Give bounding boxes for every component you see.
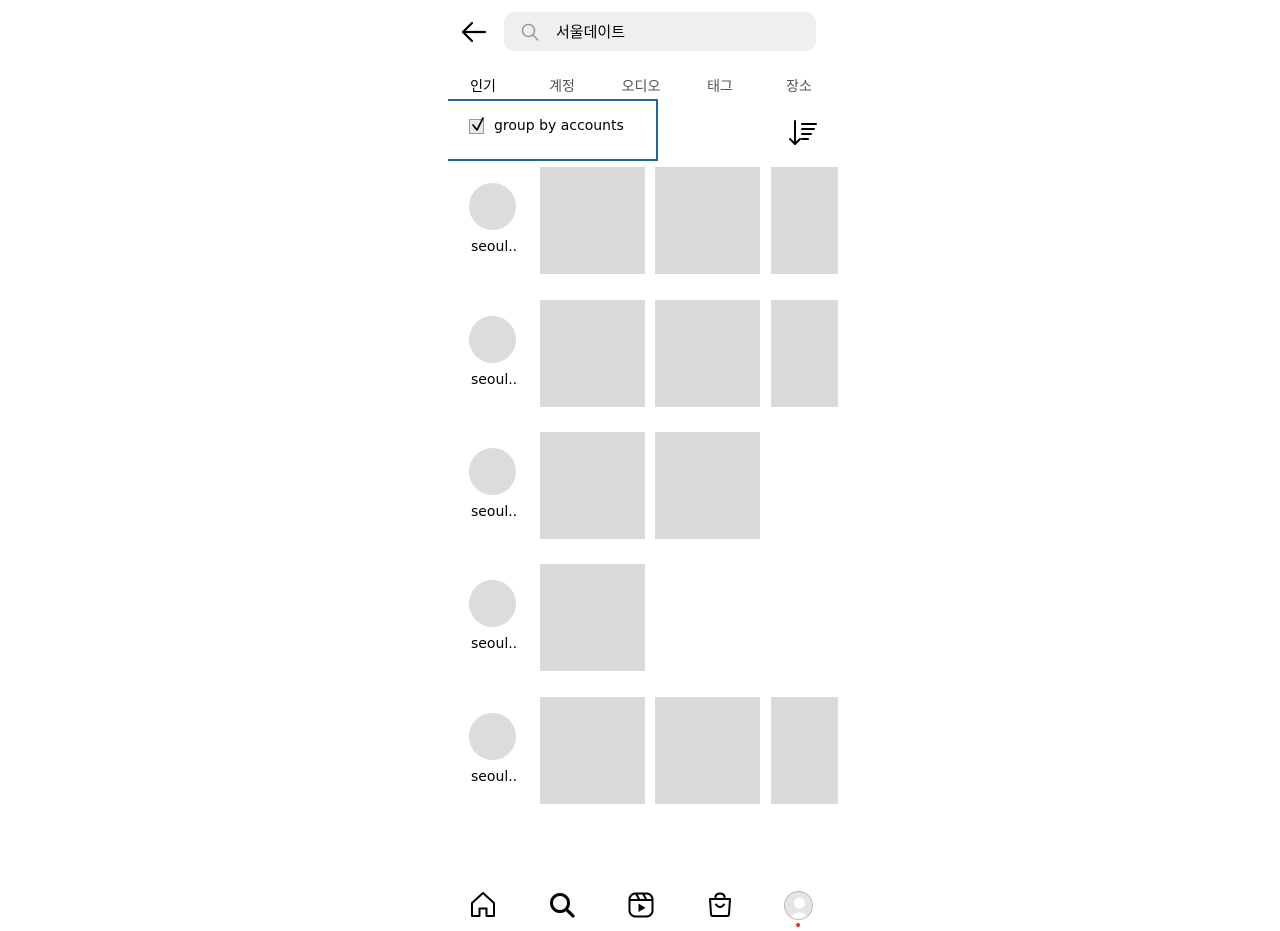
search-icon: [521, 23, 539, 41]
username[interactable]: seoul..: [471, 636, 517, 652]
group-by-accounts-checkbox[interactable]: [469, 117, 484, 134]
post-thumbnail[interactable]: [771, 300, 838, 407]
post-thumbnail[interactable]: [655, 432, 760, 539]
post-thumbnail[interactable]: [771, 697, 838, 804]
tab-tags[interactable]: 태그: [707, 76, 733, 96]
search-input[interactable]: [556, 12, 806, 51]
avatar[interactable]: [469, 580, 516, 627]
post-thumbnail[interactable]: [771, 167, 838, 274]
post-thumbnail[interactable]: [540, 167, 645, 274]
account-row: seoul..: [448, 564, 838, 671]
account-row: seoul..: [448, 167, 838, 274]
sort-icon[interactable]: [788, 118, 818, 148]
notification-dot: [796, 923, 800, 927]
result-tabs: 인기 계정 오디오 태그 장소: [448, 76, 838, 98]
back-arrow-icon[interactable]: [458, 16, 490, 48]
tab-popular[interactable]: 인기: [470, 76, 496, 96]
avatar[interactable]: [469, 713, 516, 760]
shop-icon[interactable]: [705, 890, 735, 920]
profile-avatar[interactable]: [784, 891, 813, 920]
post-thumbnail[interactable]: [655, 300, 760, 407]
username[interactable]: seoul..: [471, 504, 517, 520]
home-icon[interactable]: [468, 890, 498, 920]
search-icon[interactable]: [547, 890, 577, 920]
post-thumbnail[interactable]: [540, 432, 645, 539]
post-thumbnail[interactable]: [540, 697, 645, 804]
avatar[interactable]: [469, 448, 516, 495]
reels-icon[interactable]: [626, 890, 656, 920]
username[interactable]: seoul..: [471, 372, 517, 388]
account-row: seoul..: [448, 300, 838, 407]
search-bar[interactable]: [504, 12, 816, 51]
username[interactable]: seoul..: [471, 769, 517, 785]
account-row: seoul..: [448, 432, 838, 539]
tab-audio[interactable]: 오디오: [622, 76, 661, 96]
screen: 인기 계정 오디오 태그 장소 group by accounts seoul.…: [448, 0, 838, 931]
post-thumbnail[interactable]: [540, 564, 645, 671]
tab-accounts[interactable]: 계정: [549, 76, 575, 96]
post-thumbnail[interactable]: [655, 697, 760, 804]
tab-places[interactable]: 장소: [786, 76, 812, 96]
username[interactable]: seoul..: [471, 239, 517, 255]
post-thumbnail[interactable]: [655, 167, 760, 274]
group-by-accounts-highlight: group by accounts: [448, 99, 658, 161]
avatar[interactable]: [469, 183, 516, 230]
account-row: seoul..: [448, 697, 838, 804]
avatar[interactable]: [469, 316, 516, 363]
group-by-accounts-label[interactable]: group by accounts: [494, 118, 624, 134]
post-thumbnail[interactable]: [540, 300, 645, 407]
